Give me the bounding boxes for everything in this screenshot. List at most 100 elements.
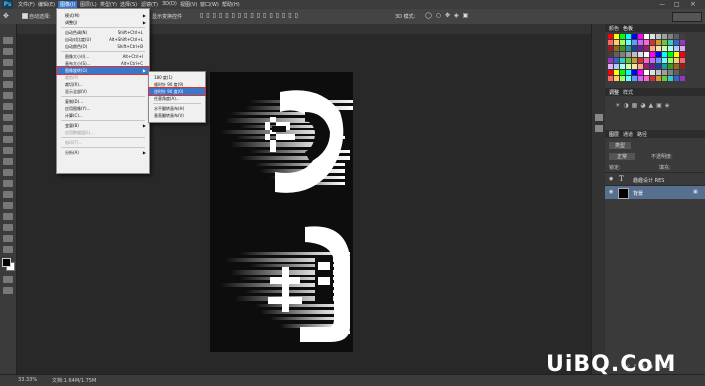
color-swatch[interactable] — [638, 76, 643, 81]
color-swatch[interactable] — [638, 58, 643, 63]
layer-row-text[interactable]: ◉ T 趣趣设计 RES — [605, 172, 705, 186]
color-swatch[interactable] — [680, 64, 685, 69]
color-swatch[interactable] — [668, 40, 673, 45]
image-menu-item[interactable]: 图像旋转(G) ▶ — [56, 66, 150, 75]
color-swatch[interactable] — [656, 46, 661, 51]
color-swatch[interactable] — [632, 76, 637, 81]
tab-swatches[interactable]: 色板 — [623, 25, 633, 32]
color-swatch[interactable] — [644, 76, 649, 81]
brush-tool-icon[interactable] — [3, 114, 13, 121]
color-swatch[interactable] — [668, 64, 673, 69]
color-swatch[interactable] — [656, 76, 661, 81]
menu-3d[interactable]: 3D(D) — [162, 1, 177, 7]
color-swatch[interactable] — [662, 64, 667, 69]
menu-file[interactable]: 文件(F) — [18, 1, 35, 8]
eraser-tool-icon[interactable] — [3, 147, 13, 154]
color-swatch[interactable] — [614, 52, 619, 57]
color-swatch[interactable] — [674, 64, 679, 69]
menu-view[interactable]: 视图(V) — [180, 1, 197, 8]
marquee-tool-icon[interactable] — [3, 48, 13, 55]
auto-select-checkbox[interactable] — [22, 13, 28, 19]
image-menu-item[interactable]: 图像大小(I)... Alt+Ctrl+I — [57, 53, 149, 60]
color-swatch[interactable] — [632, 34, 637, 39]
swatches-grid[interactable] — [608, 34, 686, 84]
color-swatch[interactable] — [632, 46, 637, 51]
type-tool-icon[interactable] — [3, 202, 13, 209]
color-swatch[interactable] — [620, 46, 625, 51]
color-swatch[interactable] — [662, 34, 667, 39]
document-size[interactable]: 文档:1.64M/1.75M — [52, 377, 96, 384]
color-swatch[interactable] — [638, 52, 643, 57]
tab-channels[interactable]: 通道 — [623, 131, 633, 138]
color-swatch[interactable] — [632, 58, 637, 63]
color-swatch[interactable] — [614, 34, 619, 39]
color-swatch[interactable] — [608, 64, 613, 69]
restore-icon[interactable]: □ — [674, 1, 680, 8]
image-menu-item[interactable]: 调整(J) ▶ — [57, 19, 149, 26]
color-swatch[interactable] — [662, 46, 667, 51]
color-swatch[interactable] — [656, 52, 661, 57]
color-swatch[interactable] — [626, 64, 631, 69]
rotation-menu-item[interactable]: 180 度(1) — [149, 74, 205, 81]
color-swatch[interactable] — [638, 34, 643, 39]
tab-layers[interactable]: 图层 — [609, 131, 619, 138]
zoom-level[interactable]: 33.33% — [18, 377, 37, 383]
color-swatch[interactable] — [680, 76, 685, 81]
color-swatch[interactable] — [680, 34, 685, 39]
crop-tool-icon[interactable] — [3, 81, 13, 88]
image-menu-item[interactable]: 自动色调(N) Shift+Ctrl+L — [57, 29, 149, 36]
color-swatch[interactable] — [650, 64, 655, 69]
color-swatch[interactable] — [680, 58, 685, 63]
hand-tool-icon[interactable] — [3, 235, 13, 242]
app-logo[interactable]: Ps — [2, 0, 13, 9]
workspace-select[interactable] — [672, 12, 702, 22]
image-menu-item[interactable]: 画布大小(S)... Alt+Ctrl+C — [57, 60, 149, 67]
color-swatch[interactable] — [620, 34, 625, 39]
minimize-icon[interactable]: — — [659, 1, 665, 8]
eyedropper-tool-icon[interactable] — [3, 92, 13, 99]
color-swatch[interactable] — [614, 46, 619, 51]
color-swatch[interactable] — [680, 70, 685, 75]
color-swatch[interactable] — [620, 52, 625, 57]
lasso-tool-icon[interactable] — [3, 59, 13, 66]
color-swatch[interactable] — [650, 58, 655, 63]
color-swatch[interactable] — [632, 40, 637, 45]
color-swatch[interactable] — [626, 70, 631, 75]
color-swatch[interactable] — [644, 34, 649, 39]
color-swatch[interactable] — [650, 40, 655, 45]
color-swatch[interactable] — [626, 34, 631, 39]
close-icon[interactable]: × — [690, 0, 696, 8]
quick-mask-icon[interactable] — [3, 276, 13, 283]
tab-paths[interactable]: 路径 — [637, 131, 647, 138]
color-swatch[interactable] — [626, 46, 631, 51]
color-swatch[interactable] — [668, 76, 673, 81]
layer-row-background[interactable]: ◉ 背景 ▣ — [605, 185, 705, 199]
color-swatch[interactable] — [614, 64, 619, 69]
color-swatch[interactable] — [650, 76, 655, 81]
blur-tool-icon[interactable] — [3, 169, 13, 176]
image-menu-item[interactable]: 复制(D)... — [57, 98, 149, 105]
color-swatch[interactable] — [662, 40, 667, 45]
color-swatch[interactable] — [608, 40, 613, 45]
image-menu-item[interactable]: 计算(C)... — [57, 112, 149, 119]
menu-layer[interactable]: 图层(L) — [80, 1, 97, 8]
color-swatch[interactable] — [656, 40, 661, 45]
color-swatch[interactable] — [674, 46, 679, 51]
color-swatch[interactable] — [668, 52, 673, 57]
rotation-menu-item[interactable]: 垂直翻转画布(V) — [149, 112, 205, 119]
color-swatch[interactable] — [674, 76, 679, 81]
move-tool-icon[interactable]: ✥ — [3, 12, 9, 20]
transform-controls-label[interactable]: 显示变换控件 — [152, 13, 182, 20]
image-menu-item[interactable]: 应用图像(Y)... — [57, 105, 149, 112]
color-swatch[interactable] — [644, 46, 649, 51]
color-swatch[interactable] — [626, 52, 631, 57]
color-swatch[interactable] — [674, 34, 679, 39]
color-swatch[interactable] — [650, 34, 655, 39]
color-swatch[interactable] — [620, 76, 625, 81]
layer-filter-kind[interactable]: 类型 — [609, 142, 632, 149]
color-swatch[interactable] — [680, 40, 685, 45]
color-swatch[interactable] — [674, 40, 679, 45]
color-swatch[interactable] — [656, 34, 661, 39]
color-swatch[interactable] — [656, 70, 661, 75]
menu-filter[interactable]: 滤镜(T) — [141, 1, 158, 8]
